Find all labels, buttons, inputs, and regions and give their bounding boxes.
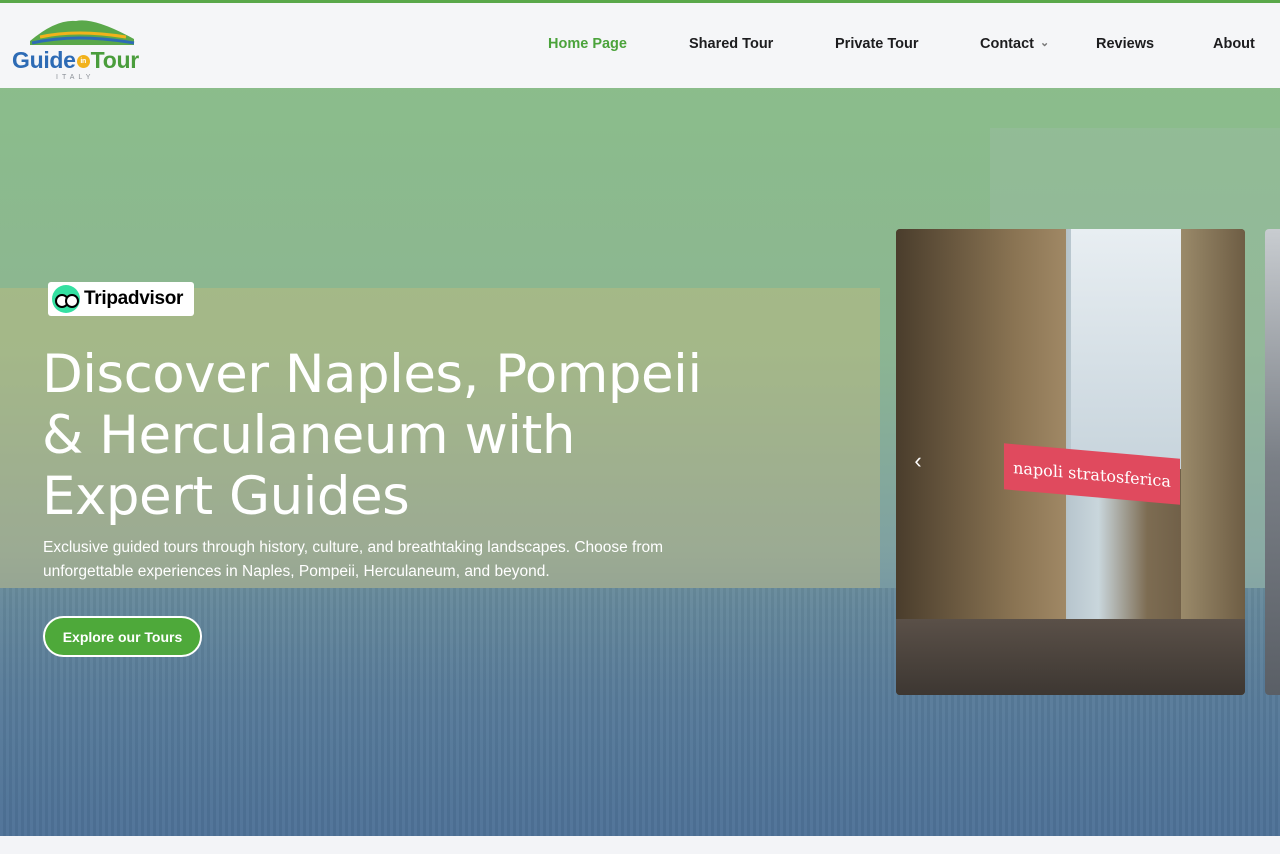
site-logo[interactable]: Guide in Tour ITALY bbox=[12, 11, 152, 85]
hero-title-line-1: Discover Naples, Pompeii bbox=[42, 344, 702, 405]
nav-about[interactable]: About bbox=[1213, 36, 1255, 52]
hero-subtitle-line-2: unforgettable experiences in Naples, Pom… bbox=[43, 563, 550, 580]
nav-reviews[interactable]: Reviews bbox=[1096, 36, 1154, 52]
nav-contact[interactable]: Contact ⌄ bbox=[980, 36, 1049, 52]
nav-shared-tour[interactable]: Shared Tour bbox=[689, 36, 773, 52]
logo-wordmark: Guide in Tour bbox=[12, 47, 139, 74]
logo-word-guide: Guide bbox=[12, 47, 76, 73]
chevron-down-icon: ⌄ bbox=[1039, 37, 1050, 49]
chevron-left-icon[interactable]: ‹ bbox=[905, 448, 931, 474]
hero-subtitle-line-1: Exclusive guided tours through history, … bbox=[43, 539, 664, 556]
tripadvisor-owl-icon bbox=[52, 285, 80, 313]
tripadvisor-badge[interactable]: Tripadvisor bbox=[48, 282, 194, 316]
logo-word-tour: Tour bbox=[90, 47, 140, 73]
hero-title-line-2: & Herculaneum with bbox=[42, 405, 575, 466]
page-bottom-strip bbox=[0, 836, 1280, 854]
logo-country: ITALY bbox=[56, 74, 95, 81]
logo-word-in: in bbox=[76, 55, 90, 69]
explore-tours-button[interactable]: Explore our Tours bbox=[43, 616, 202, 657]
nav-contact-label: Contact bbox=[980, 36, 1034, 52]
mountain-logo-icon bbox=[30, 20, 135, 45]
slide-street bbox=[896, 619, 1245, 695]
hero-title-line-3: Expert Guides bbox=[42, 466, 410, 527]
slide-sky bbox=[1071, 229, 1181, 469]
site-header: Guide in Tour ITALY Home Page Shared Tour … bbox=[0, 3, 1280, 88]
hero-subtitle: Exclusive guided tours through history, … bbox=[43, 536, 743, 584]
nav-private-tour[interactable]: Private Tour bbox=[835, 36, 919, 52]
tripadvisor-label: Tripadvisor bbox=[84, 288, 184, 309]
carousel-next-slide-peek[interactable] bbox=[1265, 229, 1280, 695]
nav-home[interactable]: Home Page bbox=[548, 36, 627, 52]
carousel-slide[interactable]: napoli stratosferica bbox=[896, 229, 1245, 695]
hero-title: Discover Naples, Pompeii & Herculaneum w… bbox=[42, 344, 822, 527]
